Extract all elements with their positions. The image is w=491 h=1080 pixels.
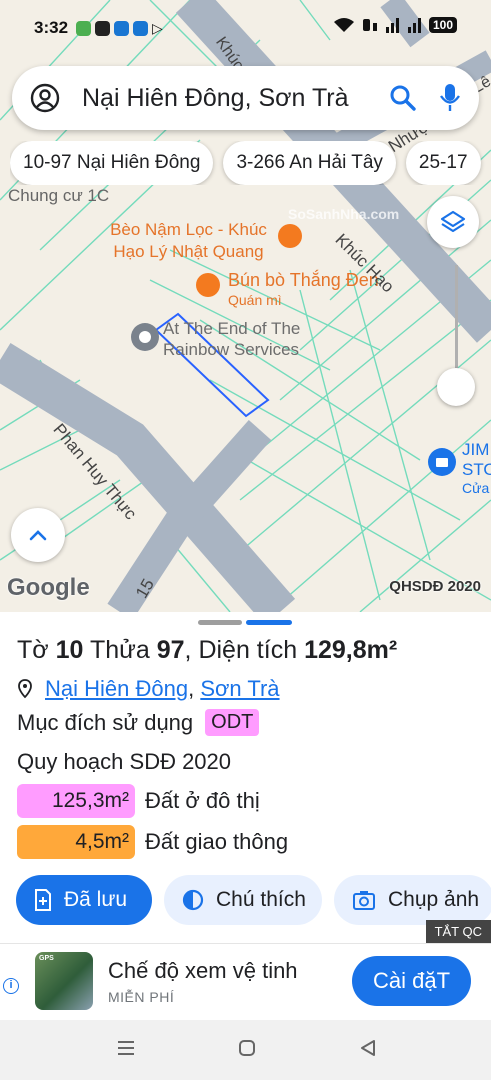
opacity-slider-thumb[interactable] [437,368,475,406]
zone-row-traffic: 4,5m² Đất giao thông [17,825,288,859]
layers-icon [440,210,466,233]
notification-icons: ▷ [76,20,163,37]
chip-recent-1[interactable]: 10-97 Nại Hiên Đông [10,141,214,185]
close-ad-button[interactable]: TẮT QC [425,920,491,943]
recent-apps-icon[interactable] [116,1038,136,1058]
poi-apartment-label[interactable]: Chung cư 1C [8,186,109,206]
chat-app-icon [76,20,92,36]
app-icon [95,20,111,36]
ad-app-icon[interactable]: GPS [35,952,93,1010]
call-icon [362,19,377,31]
district-link[interactable]: Sơn Trà [200,676,279,702]
ad-title[interactable]: Chế độ xem vệ tinh [108,958,298,984]
ad-banner[interactable]: i GPS Chế độ xem vệ tinh MIỄN PHÍ Cài đặ… [0,943,491,1020]
zone-name: Đất ở đô thị [145,788,260,813]
google-logo: Google [7,574,90,601]
sheet-handle-active[interactable] [246,620,292,625]
saved-button[interactable]: Đã lưu [16,875,152,925]
poi-shop-sub: Cửa [462,480,490,496]
purpose-label: Mục đích sử dụng [17,709,194,735]
chip-recent-2[interactable]: 3-266 An Hải Tây [223,141,396,185]
poi-shop-label[interactable]: JIM STO [462,440,491,480]
zone-area-badge: 125,3m² [17,784,135,818]
contrast-icon [182,889,204,911]
poi-restaurant-2-label[interactable]: Bún bò Thắng Đen [228,270,379,291]
expand-up-button[interactable] [11,508,65,562]
chevron-up-icon [29,530,47,541]
wifi-icon [333,18,354,32]
system-nav-bar [0,1020,491,1080]
layer-label: QHSDĐ 2020 [389,578,481,595]
zone-row-residential: 125,3m² Đất ở đô thị [17,784,260,818]
signal-icon [385,18,399,33]
account-icon[interactable] [30,83,60,113]
microphone-icon[interactable] [439,83,461,113]
poi-service-label[interactable]: At The End of The Rainbow Services [163,318,333,360]
chip-recent-3[interactable]: 25-17 [405,141,481,185]
zone-area-badge: 4,5m² [17,825,135,859]
ad-install-button[interactable]: Cài đặT [352,956,471,1006]
parcel-info-sheet: Tờ 10 Thửa 97, Diện tích 129,8m² Nại Hiê… [0,612,491,942]
ward-link[interactable]: Nại Hiên Đông [45,676,188,702]
legend-button[interactable]: Chú thích [164,875,322,925]
parcel-actions: Đã lưu Chú thích Chụp ảnh [16,875,491,925]
capture-button[interactable]: Chụp ảnh [334,875,491,925]
status-bar: 3:32 ▷ 100 [0,0,491,56]
search-icon[interactable] [389,84,417,112]
parcel-title: Tờ 10 Thửa 97, Diện tích 129,8m² [17,636,398,664]
poi-restaurant-2-type: Quán mì [228,292,282,308]
parcel-location: Nại Hiên Đông, Sơn Trà [17,676,280,702]
search-input[interactable]: Nại Hiên Đông, Sơn Trà [82,84,389,113]
ad-subtitle: MIỄN PHÍ [108,989,175,1005]
status-time: 3:32 [34,18,69,37]
battery-indicator: 100 [428,17,457,33]
bookmark-add-icon [35,889,51,911]
zalo-icon [114,20,130,36]
zalo-icon-2 [133,20,149,36]
signal-icon-2 [407,18,421,33]
sheet-handle[interactable] [198,620,242,625]
map-watermark: SoSanhNha.com [288,206,400,222]
camera-icon [353,891,375,910]
land-use-purpose: Mục đích sử dụng ODT [17,709,260,736]
poi-restaurant-1-label[interactable]: Bèo Nậm Lọc - Khúc Hạo Lý Nhật Quang [96,219,281,263]
search-bar[interactable]: Nại Hiên Đông, Sơn Trà [12,66,479,130]
zone-name: Đất giao thông [145,829,289,854]
location-pin-icon [18,679,32,699]
purpose-code-badge: ODT [205,709,260,736]
layers-button[interactable] [427,196,479,248]
recent-search-chips: 10-97 Nại Hiên Đông 3-266 An Hải Tây 25-… [10,141,491,185]
plan-label: Quy hoạch SDĐ 2020 [17,749,232,774]
play-icon: ▷ [152,19,163,36]
back-icon[interactable] [358,1038,378,1058]
opacity-slider-track[interactable] [455,265,458,375]
system-indicators: 100 [333,17,457,33]
ad-info-icon[interactable]: i [3,978,19,994]
home-icon[interactable] [237,1038,257,1058]
